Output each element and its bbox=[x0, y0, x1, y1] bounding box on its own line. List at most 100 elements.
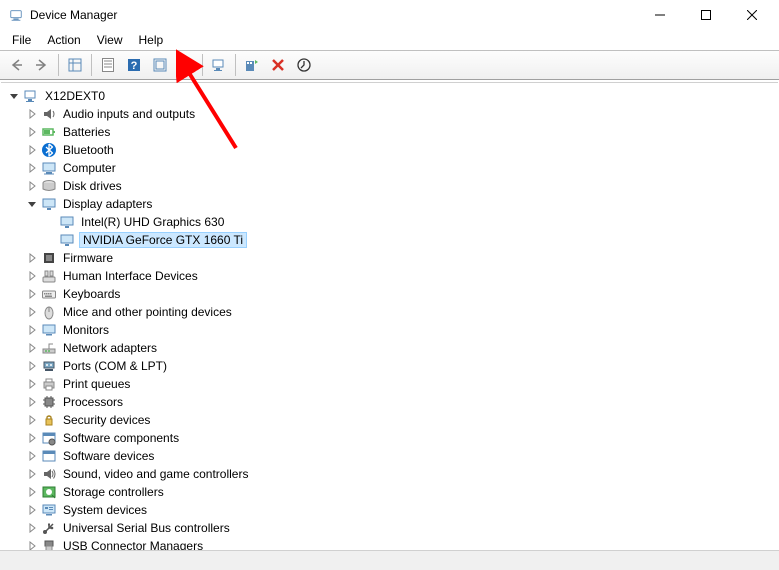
expander-icon[interactable] bbox=[25, 377, 39, 391]
expander-icon[interactable] bbox=[25, 197, 39, 211]
toolbar-separator bbox=[91, 54, 92, 76]
expander-icon[interactable] bbox=[25, 143, 39, 157]
scan-page-button[interactable] bbox=[148, 53, 172, 77]
expander-icon[interactable] bbox=[25, 449, 39, 463]
tree-item[interactable]: Disk drives bbox=[1, 177, 778, 195]
menu-help[interactable]: Help bbox=[131, 32, 172, 48]
toolbar-separator bbox=[58, 54, 59, 76]
usb-icon bbox=[41, 520, 57, 536]
tree-item[interactable]: Universal Serial Bus controllers bbox=[1, 519, 778, 537]
disable-device-button[interactable] bbox=[266, 53, 290, 77]
expander-icon[interactable] bbox=[25, 395, 39, 409]
expander-icon[interactable] bbox=[25, 107, 39, 121]
expander-icon[interactable] bbox=[25, 539, 39, 550]
swdev-icon bbox=[41, 448, 57, 464]
tree-label: Sound, video and game controllers bbox=[61, 467, 250, 481]
tree-label: Print queues bbox=[61, 377, 132, 391]
hid-icon bbox=[41, 268, 57, 284]
uninstall-device-button[interactable] bbox=[207, 53, 231, 77]
tree-item[interactable]: Keyboards bbox=[1, 285, 778, 303]
tree-item[interactable]: Monitors bbox=[1, 321, 778, 339]
expander-icon[interactable] bbox=[25, 323, 39, 337]
tree-item[interactable]: Sound, video and game controllers bbox=[1, 465, 778, 483]
expander-icon[interactable] bbox=[7, 89, 21, 103]
device-tree[interactable]: X12DEXT0 Audio inputs and outputs Batter… bbox=[1, 82, 778, 550]
tree-label: Mice and other pointing devices bbox=[61, 305, 234, 319]
expander-icon[interactable] bbox=[25, 485, 39, 499]
tree-label: USB Connector Managers bbox=[61, 539, 205, 550]
tree-label: Ports (COM & LPT) bbox=[61, 359, 169, 373]
cpu-icon bbox=[41, 394, 57, 410]
titlebar[interactable]: Device Manager bbox=[0, 0, 779, 30]
display-icon bbox=[59, 214, 75, 230]
toolbar: ? bbox=[0, 50, 779, 80]
expander-icon[interactable] bbox=[25, 251, 39, 265]
back-button[interactable] bbox=[4, 53, 28, 77]
tree-root[interactable]: X12DEXT0 bbox=[1, 87, 778, 105]
update-driver-button[interactable] bbox=[174, 53, 198, 77]
tree-label: Software devices bbox=[61, 449, 156, 463]
expander-icon[interactable] bbox=[25, 503, 39, 517]
tree-label: Software components bbox=[61, 431, 181, 445]
usbconn-icon bbox=[41, 538, 57, 550]
minimize-button[interactable] bbox=[637, 0, 683, 30]
expander-icon[interactable] bbox=[25, 269, 39, 283]
tree-item[interactable]: Mice and other pointing devices bbox=[1, 303, 778, 321]
expander-icon[interactable] bbox=[25, 413, 39, 427]
toolbar-separator bbox=[235, 54, 236, 76]
menu-view[interactable]: View bbox=[89, 32, 131, 48]
expander-icon[interactable] bbox=[25, 521, 39, 535]
bluetooth-icon bbox=[41, 142, 57, 158]
firmware-icon bbox=[41, 250, 57, 266]
tree-item[interactable]: Human Interface Devices bbox=[1, 267, 778, 285]
close-button[interactable] bbox=[729, 0, 775, 30]
mouse-icon bbox=[41, 304, 57, 320]
scan-hardware-button[interactable] bbox=[240, 53, 264, 77]
expander-icon[interactable] bbox=[25, 431, 39, 445]
menu-action[interactable]: Action bbox=[39, 32, 88, 48]
tree-item[interactable]: Computer bbox=[1, 159, 778, 177]
tree-label: Bluetooth bbox=[61, 143, 116, 157]
expander-icon[interactable] bbox=[25, 467, 39, 481]
tree-item[interactable]: NVIDIA GeForce GTX 1660 Ti bbox=[1, 231, 778, 249]
expander-icon[interactable] bbox=[25, 179, 39, 193]
maximize-button[interactable] bbox=[683, 0, 729, 30]
properties-button[interactable] bbox=[96, 53, 120, 77]
tree-item[interactable]: Ports (COM & LPT) bbox=[1, 357, 778, 375]
tree-item[interactable]: System devices bbox=[1, 501, 778, 519]
tree-item[interactable]: Batteries bbox=[1, 123, 778, 141]
expander-icon[interactable] bbox=[25, 125, 39, 139]
system-icon bbox=[41, 502, 57, 518]
tree-label: Network adapters bbox=[61, 341, 159, 355]
tree-label: Universal Serial Bus controllers bbox=[61, 521, 232, 535]
expander-icon[interactable] bbox=[25, 359, 39, 373]
tree-item[interactable]: Security devices bbox=[1, 411, 778, 429]
tree-item[interactable]: USB Connector Managers bbox=[1, 537, 778, 550]
tree-item[interactable]: Audio inputs and outputs bbox=[1, 105, 778, 123]
expander-icon[interactable] bbox=[25, 305, 39, 319]
tree-label: Human Interface Devices bbox=[61, 269, 200, 283]
tree-item[interactable]: Processors bbox=[1, 393, 778, 411]
display-icon bbox=[41, 196, 57, 212]
tree-item[interactable]: Display adapters bbox=[1, 195, 778, 213]
tree-item[interactable]: Firmware bbox=[1, 249, 778, 267]
monitor-icon bbox=[41, 322, 57, 338]
tree-item[interactable]: Bluetooth bbox=[1, 141, 778, 159]
tree-item[interactable]: Software devices bbox=[1, 447, 778, 465]
tree-label: Audio inputs and outputs bbox=[61, 107, 197, 121]
tree-item[interactable]: Network adapters bbox=[1, 339, 778, 357]
stop-button[interactable] bbox=[292, 53, 316, 77]
menu-file[interactable]: File bbox=[4, 32, 39, 48]
tree-item[interactable]: Print queues bbox=[1, 375, 778, 393]
show-hidden-devices-button[interactable] bbox=[63, 53, 87, 77]
expander-icon[interactable] bbox=[25, 161, 39, 175]
storage-icon bbox=[41, 484, 57, 500]
tree-item[interactable]: Software components bbox=[1, 429, 778, 447]
forward-button[interactable] bbox=[30, 53, 54, 77]
expander-icon[interactable] bbox=[25, 341, 39, 355]
expander-icon[interactable] bbox=[25, 287, 39, 301]
tree-item[interactable]: Storage controllers bbox=[1, 483, 778, 501]
tree-item[interactable]: Intel(R) UHD Graphics 630 bbox=[1, 213, 778, 231]
help-toolbar-button[interactable]: ? bbox=[122, 53, 146, 77]
battery-icon bbox=[41, 124, 57, 140]
